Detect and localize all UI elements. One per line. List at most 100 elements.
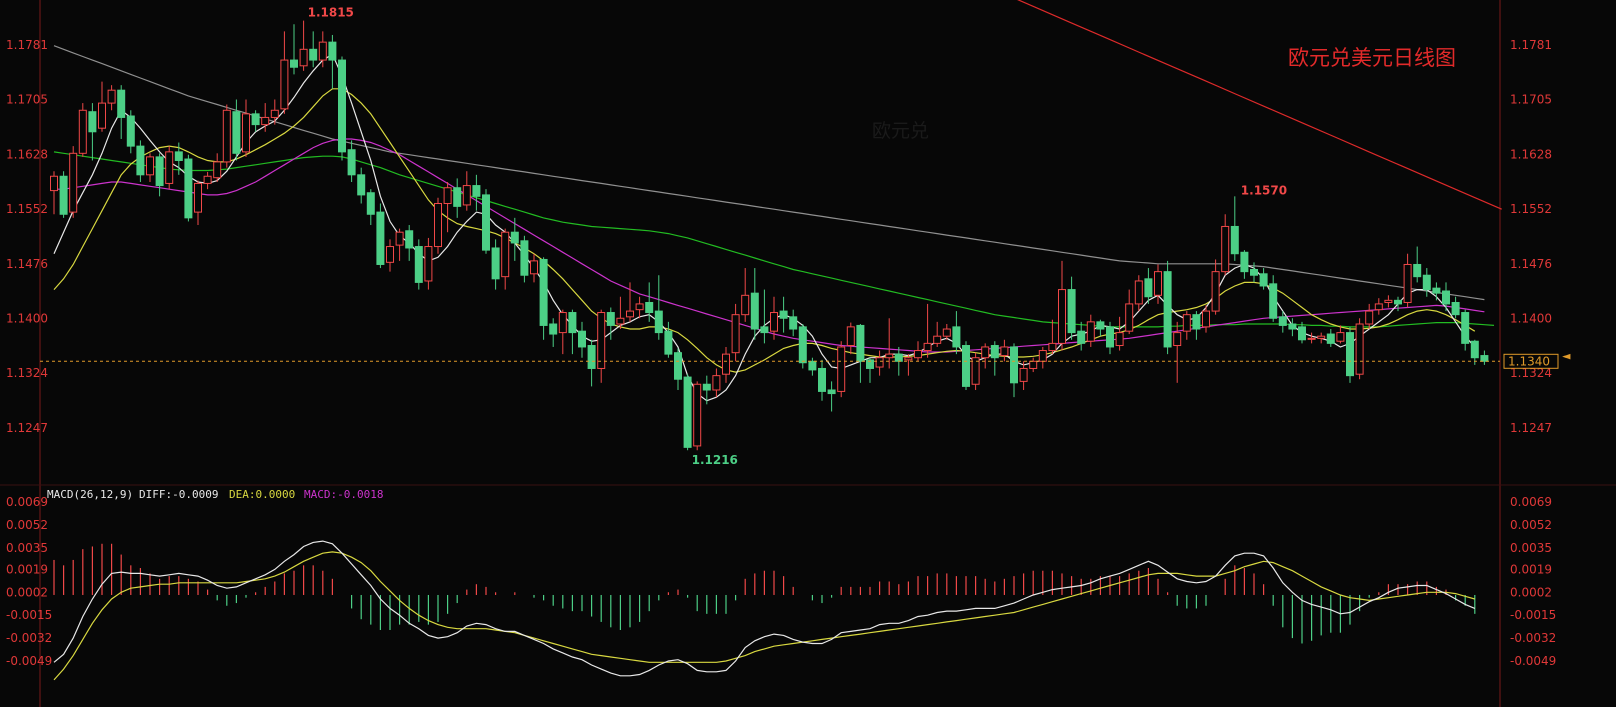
candle-body	[242, 113, 250, 153]
candle-body	[904, 357, 913, 361]
candle-body	[194, 182, 202, 213]
candle-body	[1115, 332, 1124, 347]
candle-body	[942, 328, 951, 337]
macd-legend-diff: DIFF:-0.0009	[139, 488, 218, 501]
candle-body	[59, 175, 68, 215]
candle-body	[347, 149, 356, 176]
price-tick-label: 1.1400	[1510, 311, 1552, 325]
candle-body	[1278, 316, 1287, 326]
candle-body	[750, 292, 759, 330]
candle-body	[1154, 271, 1162, 296]
candle-body	[69, 152, 78, 213]
low-annotation: 1.1216	[692, 453, 738, 467]
candle-body	[328, 41, 337, 61]
candle-body	[338, 59, 346, 153]
local-high-annotation: 1.1570	[1241, 183, 1287, 197]
candle-body	[357, 174, 366, 196]
chart-title: 欧元兑美元日线图	[1288, 46, 1456, 70]
candle-body	[434, 203, 442, 248]
candle-body	[1432, 287, 1441, 294]
price-tick-label: 1.1705	[1510, 93, 1552, 107]
candle-body	[1221, 225, 1230, 273]
candle-body	[856, 324, 865, 362]
candle-body	[482, 194, 490, 251]
candle-body	[501, 231, 510, 278]
price-tick-label: 1.1324	[6, 366, 48, 380]
candle-body	[1374, 303, 1383, 311]
price-tick-label: 1.1781	[6, 38, 48, 52]
price-tick-label: 1.1628	[1510, 148, 1552, 162]
forex-chart: 1.1781 1.1705 1.1628 1.1552 1.1476 1.1400 1.13…	[0, 0, 1616, 707]
candle-body	[962, 345, 970, 387]
price-tick-label: 1.1628	[6, 148, 48, 162]
candle-body	[1480, 355, 1489, 362]
candle-body	[933, 335, 942, 344]
candle	[1355, 318, 1364, 380]
candle-body	[1461, 312, 1470, 344]
candle-body	[1106, 326, 1114, 348]
macd-tick-label: -0.0032	[1510, 631, 1556, 645]
candle-body	[424, 246, 433, 282]
price-tick-label: 1.1247	[6, 421, 48, 435]
candle-body	[126, 115, 135, 147]
candle-body	[1451, 301, 1460, 316]
macd-legend-dea: DEA:0.0000	[229, 488, 295, 501]
candle-body	[818, 367, 826, 392]
candle-body	[722, 353, 730, 375]
candle-body	[1269, 283, 1278, 319]
candle-body	[558, 312, 567, 334]
candle	[59, 171, 68, 218]
candle-body	[530, 260, 538, 275]
candle-body	[1230, 225, 1239, 255]
candle-body	[587, 345, 596, 369]
candle-body	[1259, 273, 1268, 287]
candle-body	[1010, 346, 1018, 384]
candle	[69, 146, 78, 218]
candle-body	[798, 326, 807, 364]
candle	[338, 56, 346, 161]
chart-background	[0, 0, 1616, 707]
candle	[222, 104, 231, 168]
candle-body	[760, 326, 769, 334]
watermark: 欧元兑	[872, 120, 929, 142]
candle-body	[1134, 280, 1143, 305]
candle	[798, 324, 807, 369]
candle-body	[1403, 263, 1412, 303]
candle-body	[1019, 367, 1028, 382]
macd-tick-label: -0.0015	[6, 608, 52, 622]
candle-body	[1058, 289, 1066, 344]
candle-body	[741, 294, 750, 316]
price-tick-label: 1.1247	[1510, 421, 1552, 435]
candle-body	[779, 310, 788, 319]
candle-body	[568, 312, 577, 334]
price-tick-label: 1.1781	[1510, 38, 1552, 52]
candle-body	[203, 175, 212, 184]
macd-tick-label: -0.0049	[6, 654, 52, 668]
candle-body	[1029, 360, 1038, 369]
candle-body	[78, 109, 87, 154]
high-annotation: 1.1815	[308, 6, 354, 20]
candle-body	[1317, 335, 1326, 339]
candle-body	[1240, 251, 1249, 273]
candle-body	[318, 41, 327, 61]
macd-tick-label: 0.0069	[6, 495, 48, 509]
candle-body	[626, 310, 634, 318]
candle-body	[914, 350, 922, 359]
candle	[1163, 260, 1172, 355]
macd-tick-label: 0.0002	[1510, 585, 1552, 599]
candle-body	[616, 317, 625, 325]
candle-body	[1000, 346, 1009, 357]
candle-body	[146, 156, 154, 176]
candle	[837, 341, 846, 398]
candle	[1346, 326, 1354, 383]
candle-body	[270, 109, 279, 118]
candle-body	[366, 192, 375, 215]
candle	[520, 235, 529, 283]
candle-body	[1288, 323, 1297, 330]
macd-tick-label: -0.0049	[1510, 654, 1556, 668]
candle	[376, 203, 385, 269]
candle-body	[539, 258, 548, 326]
candle-body	[1211, 271, 1220, 312]
candle-body	[1163, 271, 1172, 348]
candle-body	[1250, 268, 1258, 276]
